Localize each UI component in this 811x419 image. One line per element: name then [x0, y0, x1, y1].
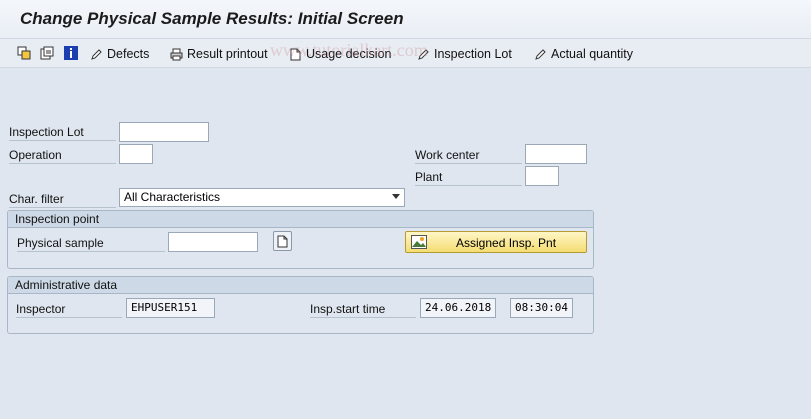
char-filter-value: All Characteristics: [124, 190, 221, 204]
inspector-label: Inspector: [16, 302, 122, 318]
usage-decision-label: Usage decision: [306, 47, 392, 61]
pencil-icon: [91, 48, 102, 60]
work-center-label: Work center: [415, 148, 522, 164]
assigned-insp-pnt-label: Assigned Insp. Pnt: [456, 236, 557, 250]
defects-button[interactable]: Defects: [90, 45, 149, 63]
result-printout-label: Result printout: [187, 47, 268, 61]
work-center-field[interactable]: [525, 144, 587, 164]
actual-quantity-button[interactable]: Actual quantity: [534, 45, 633, 63]
document-icon: [277, 235, 288, 247]
main-content: Inspection Lot Operation Work center Pla…: [0, 69, 811, 419]
char-filter-label: Char. filter: [9, 192, 116, 208]
usage-decision-button[interactable]: Usage decision: [289, 45, 391, 63]
insp-start-time-label: Insp.start time: [310, 302, 416, 318]
pencil-icon: [418, 48, 429, 60]
other-object-icon[interactable]: [17, 46, 31, 60]
inspection-lot-label: Inspection Lot: [9, 125, 116, 141]
page-title: Change Physical Sample Results: Initial …: [20, 9, 404, 28]
administrative-data-title: Administrative data: [8, 277, 593, 294]
inspection-lot-button[interactable]: Inspection Lot: [417, 45, 512, 63]
physical-sample-field[interactable]: [168, 232, 258, 252]
inspection-point-title: Inspection point: [8, 211, 593, 228]
plant-label: Plant: [415, 170, 522, 186]
assigned-insp-pnt-button[interactable]: Assigned Insp. Pnt: [405, 231, 587, 253]
landscape-icon: [411, 235, 427, 252]
inspection-lot-field[interactable]: [119, 122, 209, 142]
char-filter-dropdown[interactable]: All Characteristics: [119, 188, 405, 207]
inspector-field[interactable]: EHPUSER151: [126, 298, 215, 318]
operation-field[interactable]: [119, 144, 153, 164]
defects-label: Defects: [107, 47, 150, 61]
operation-label: Operation: [9, 148, 116, 164]
new-document-button[interactable]: [273, 231, 292, 251]
plant-field[interactable]: [525, 166, 559, 186]
pencil-icon: [535, 48, 546, 60]
physical-sample-label: Physical sample: [17, 236, 165, 252]
application-toolbar: Defects Result printout Usage decision I…: [0, 38, 811, 68]
title-bar: Change Physical Sample Results: Initial …: [0, 0, 811, 38]
insp-start-date-field[interactable]: 24.06.2018: [420, 298, 496, 318]
insp-start-time-field[interactable]: 08:30:04: [510, 298, 573, 318]
document-icon: [290, 48, 301, 60]
inspection-lot-label: Inspection Lot: [434, 47, 512, 61]
change-display-icon[interactable]: [40, 46, 54, 60]
result-printout-button[interactable]: Result printout: [170, 45, 268, 63]
chevron-down-icon[interactable]: [392, 194, 400, 199]
printer-icon: [170, 48, 183, 60]
info-icon[interactable]: [64, 46, 78, 60]
actual-quantity-label: Actual quantity: [551, 47, 633, 61]
